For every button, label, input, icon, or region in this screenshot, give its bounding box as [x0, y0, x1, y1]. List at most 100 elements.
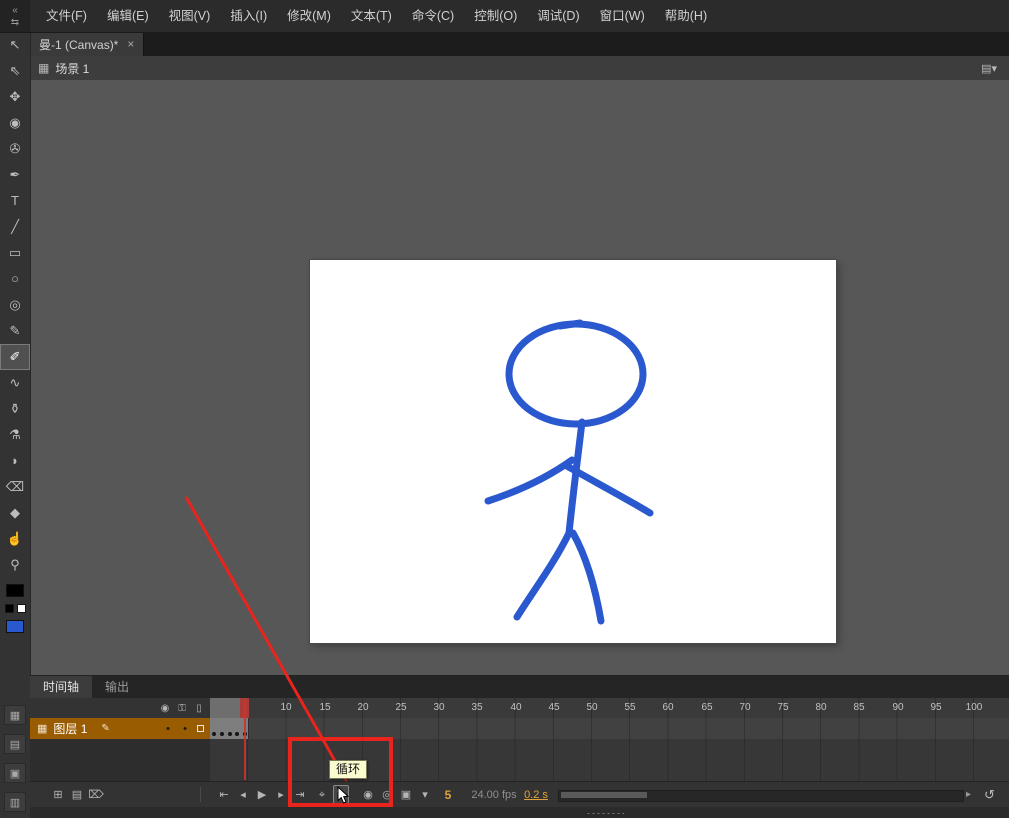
tab-timeline[interactable]: 时间轴 [30, 676, 93, 698]
oval-tool[interactable]: ○ [0, 266, 30, 292]
tool-icon: ☝ [6, 531, 24, 546]
tool-icon: ∿ [9, 375, 21, 390]
document-tab[interactable]: 曼-1 (Canvas)* × [30, 32, 145, 56]
layer-operation-buttons: ⊞ ▤ ⌦ [50, 785, 104, 804]
modify-markers-button[interactable]: ▾ [417, 785, 433, 804]
default-colors-icon[interactable] [4, 604, 26, 613]
menu-view[interactable]: 视图(V) [159, 0, 221, 32]
menu-commands[interactable]: 命令(C) [402, 0, 464, 32]
layer-outline-color-chip[interactable] [197, 725, 204, 732]
width-tool[interactable]: ◆ [0, 500, 30, 526]
panel-resize-grip[interactable] [30, 807, 1009, 818]
scroll-right-icon[interactable]: ▸ [966, 782, 971, 808]
menu-insert[interactable]: 插入(I) [220, 0, 277, 32]
tool-icon: ⌫ [5, 479, 25, 494]
lock-column-icon[interactable]: ⚿ [177, 703, 187, 714]
timeline-tabs: 时间轴 输出 [30, 676, 1009, 698]
menu-file[interactable]: 文件(F) [36, 0, 97, 32]
menu-text[interactable]: 文本(T) [341, 0, 402, 32]
eraser-tool[interactable]: ⌫ [0, 474, 30, 500]
timeline-controls: ⊞ ▤ ⌦ ⇤ ◂ ▶ ▸ ⇥ ⌖ ↻ ◉ ◎ ▣ ▾ 5 24.00 fps 0.2 s ▸ ↺ [30, 781, 1009, 808]
layer-frames-track[interactable] [210, 718, 1009, 739]
layer-visible-dot[interactable]: • [163, 723, 173, 735]
menu-help[interactable]: 帮助(H) [655, 0, 717, 32]
workspace-toggle-icon[interactable]: ⇆ [11, 17, 19, 28]
fill-color-swatch[interactable] [6, 620, 24, 633]
layer-lock-dot[interactable]: • [180, 723, 190, 735]
hand-tool[interactable]: ☝ [0, 526, 30, 552]
step-back-button[interactable]: ◂ [235, 785, 251, 804]
collapse-dock-icon[interactable]: « [12, 5, 18, 16]
close-tab-icon[interactable]: × [127, 37, 134, 51]
paint-bucket-tool[interactable]: ⚱ [0, 396, 30, 422]
tool-icon: ⚲ [10, 557, 20, 572]
show-hide-column-icon[interactable]: ◉ [160, 703, 170, 714]
new-folder-button[interactable]: ▤ [69, 785, 85, 804]
tool-icon: ◉ [9, 115, 21, 130]
lasso-tool[interactable]: ✇ [0, 136, 30, 162]
pencil-tool[interactable]: ✎ [0, 318, 30, 344]
gradient-transform-tool[interactable]: ◉ [0, 110, 30, 136]
edit-scene-icon[interactable]: ▤▾ [981, 62, 997, 75]
play-button[interactable]: ▶ [254, 785, 270, 804]
ruler-frame-number: 80 [815, 702, 827, 713]
ruler-frame-number: 30 [433, 702, 445, 713]
library-panel-icon[interactable]: ▥ [4, 792, 26, 812]
tool-icon: ✎ [9, 323, 21, 338]
first-frame-button[interactable]: ⇤ [216, 785, 232, 804]
ruler-frame-number: 75 [777, 702, 789, 713]
menu-debug[interactable]: 调试(D) [527, 0, 589, 32]
align-panel-icon[interactable]: ▣ [4, 763, 26, 783]
tool-icon: ⇖ [9, 63, 21, 78]
reset-timeline-zoom-icon[interactable]: ↺ [984, 782, 995, 808]
brush-tool[interactable]: ✐ [0, 344, 30, 370]
frame-ruler[interactable]: 10 15 20 25 30 35 40 45 50 55 60 65 70 75 80 85 90 95 100 [210, 698, 1009, 719]
text-tool[interactable]: T [0, 188, 30, 214]
color-panel-icon[interactable]: ▦ [4, 705, 26, 725]
loop-button[interactable]: ↻ [333, 785, 349, 804]
oval-primitive-tool[interactable]: ◎ [0, 292, 30, 318]
pen-tool[interactable]: ✒ [0, 162, 30, 188]
dock-corner: «⇆ [0, 0, 30, 32]
frame-rate-value[interactable]: 24.00 fps [464, 782, 524, 808]
layer-row-info[interactable]: ▦ 图层 1 ✎ • • [30, 718, 210, 739]
delete-layer-button[interactable]: ⌦ [88, 785, 104, 804]
tool-icon: ✐ [9, 349, 21, 364]
stroke-color-swatch[interactable] [6, 584, 24, 597]
stage[interactable] [310, 260, 836, 643]
layer-column-icons: ◉ ⚿ ▯ [160, 698, 204, 718]
subselection-tool[interactable]: ⇖ [0, 58, 30, 84]
outline-column-icon[interactable]: ▯ [194, 703, 204, 714]
edit-multiple-frames-button[interactable]: ▣ [398, 785, 414, 804]
last-frame-button[interactable]: ⇥ [292, 785, 308, 804]
ruler-frame-number: 50 [586, 702, 598, 713]
menu-edit[interactable]: 编辑(E) [97, 0, 159, 32]
rectangle-tool[interactable]: ▭ [0, 240, 30, 266]
tab-output[interactable]: 输出 [92, 676, 142, 698]
layer-name[interactable]: 图层 1 [53, 720, 87, 737]
menu-control[interactable]: 控制(O) [464, 0, 527, 32]
tool-icon: ⚗ [9, 427, 21, 442]
menu-modify[interactable]: 修改(M) [277, 0, 341, 32]
step-forward-button[interactable]: ▸ [273, 785, 289, 804]
ruler-frame-number: 15 [319, 702, 331, 713]
timeline-scrollbar-thumb[interactable] [561, 792, 647, 798]
ruler-frame-number: 45 [548, 702, 560, 713]
timeline-scrollbar[interactable] [558, 790, 964, 802]
document-tab-title: 曼-1 (Canvas)* [39, 37, 119, 52]
center-frame-button[interactable]: ⌖ [314, 785, 330, 804]
ink-bottle-tool[interactable]: ⚗ [0, 422, 30, 448]
menu-window[interactable]: 窗口(W) [590, 0, 655, 32]
line-tool[interactable]: ╱ [0, 214, 30, 240]
onion-skin-button[interactable]: ◉ [360, 785, 376, 804]
ruler-frame-number: 95 [930, 702, 942, 713]
free-transform-tool[interactable]: ✥ [0, 84, 30, 110]
swatches-panel-icon[interactable]: ▤ [4, 734, 26, 754]
new-layer-button[interactable]: ⊞ [50, 785, 66, 804]
bone-tool[interactable]: ∿ [0, 370, 30, 396]
scene-breadcrumb[interactable]: 场景 1 [55, 60, 89, 77]
zoom-tool[interactable]: ⚲ [0, 552, 30, 578]
onion-outline-button[interactable]: ◎ [379, 785, 395, 804]
eyedropper-tool[interactable]: ◗ [0, 448, 30, 474]
selection-tool[interactable]: ↖ [0, 32, 30, 58]
